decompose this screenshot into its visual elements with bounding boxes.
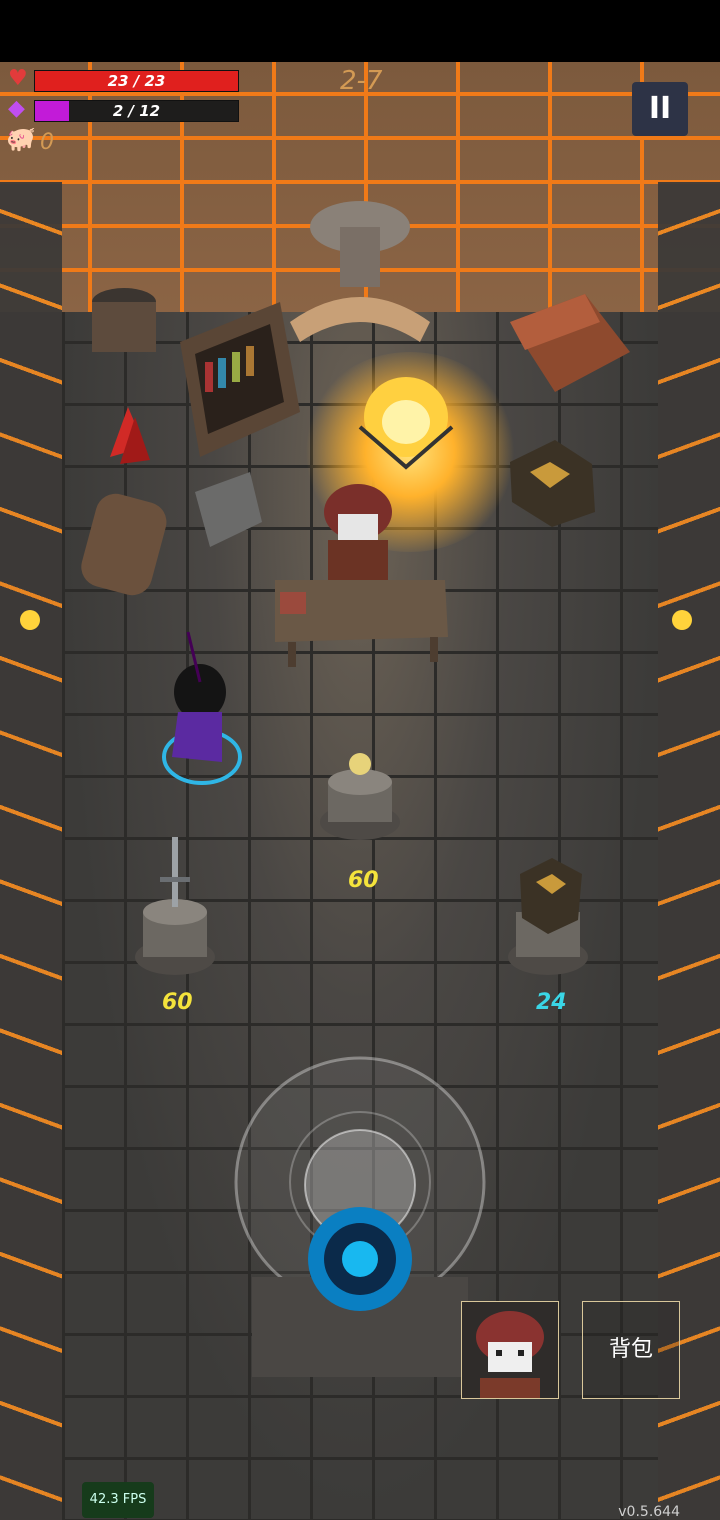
mana-bar: 2 / 12 <box>34 100 239 122</box>
ring-pedestal <box>320 753 400 840</box>
health-bar: 23 / 23 <box>34 70 239 92</box>
box-price: 24 <box>536 990 567 1015</box>
merchant-table <box>275 580 448 667</box>
pause-icon: II <box>648 91 672 126</box>
coin-count: 0 <box>40 130 54 155</box>
player-character <box>162 631 242 785</box>
mana-gem-icon: ◆ <box>8 96 25 121</box>
fps-counter: 42.3 FPS <box>82 1482 154 1518</box>
merchant-portrait-button[interactable] <box>461 1301 559 1399</box>
pause-button[interactable]: II <box>632 82 688 136</box>
mana-text: 2 / 12 <box>112 102 161 120</box>
level-indicator: 2-7 <box>340 66 383 96</box>
health-text: 23 / 23 <box>107 72 166 90</box>
ring-price: 60 <box>348 868 379 893</box>
bag-label: 背包 <box>608 1337 653 1362</box>
bookshelf <box>180 302 300 457</box>
bag-button[interactable]: 背包 <box>582 1301 680 1399</box>
sword-pedestal <box>135 837 215 975</box>
version-label: v0.5.644 <box>618 1504 680 1520</box>
wall-pipe <box>290 201 430 342</box>
merchant-portrait <box>462 1302 558 1398</box>
heart-icon: ♥ <box>8 66 28 91</box>
status-bar <box>0 0 720 62</box>
merchant <box>324 484 392 590</box>
box-pedestal <box>508 858 588 975</box>
treasure-chest <box>510 294 630 392</box>
sword-price: 60 <box>162 990 193 1015</box>
piggy-bank-icon: 🐖 <box>6 125 36 153</box>
